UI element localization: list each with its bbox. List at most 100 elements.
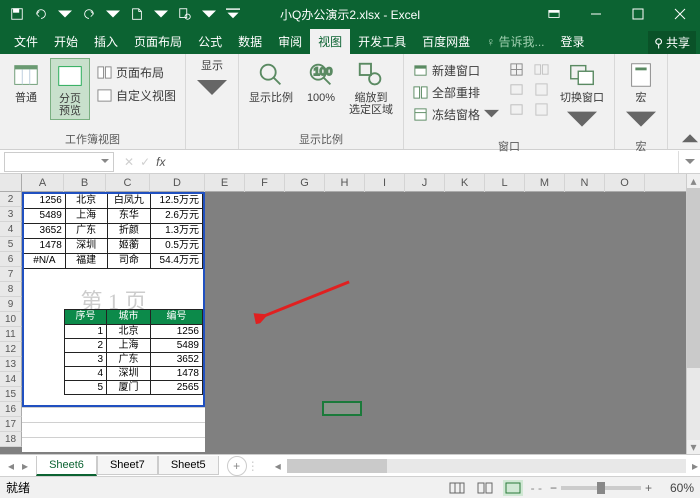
row-header[interactable]: 8 — [0, 282, 22, 297]
new-window-button[interactable]: 新建窗口 — [410, 60, 502, 81]
share-button[interactable]: ⚲共享 — [648, 31, 696, 54]
col-header[interactable]: G — [285, 174, 325, 192]
cell[interactable]: 1478 — [151, 367, 203, 381]
zoom-level[interactable]: 60% — [660, 481, 694, 495]
normal-view-icon[interactable] — [447, 480, 467, 496]
tab-developer[interactable]: 开发工具 — [350, 29, 414, 54]
sheet-nav-next-icon[interactable]: ▸ — [22, 459, 28, 473]
col-header[interactable]: O — [605, 174, 645, 192]
scroll-thumb[interactable] — [287, 459, 387, 473]
col-header[interactable]: E — [205, 174, 245, 192]
scroll-down-icon[interactable]: ▾ — [687, 440, 700, 454]
row-header[interactable]: 5 — [0, 237, 22, 252]
table-header[interactable]: 编号 — [151, 310, 203, 325]
col-header[interactable]: I — [365, 174, 405, 192]
switch-windows-button[interactable]: 切换窗口 — [556, 58, 608, 138]
col-header[interactable]: B — [64, 174, 106, 192]
cell[interactable]: 厦门 — [107, 381, 151, 395]
macros-button[interactable]: 宏 — [621, 58, 661, 138]
cell[interactable]: 深圳 — [66, 239, 108, 254]
cell[interactable]: 3 — [65, 353, 107, 367]
login-button[interactable]: 登录 — [553, 29, 593, 54]
row-header[interactable]: 6 — [0, 252, 22, 267]
cell[interactable]: 福建 — [66, 254, 108, 269]
sheet-canvas[interactable]: 1256北京白凤九12.5万元 5489上海东华2.6万元 3652广东折颜1.… — [22, 192, 686, 454]
zoom-button[interactable]: 显示比例 — [245, 58, 297, 106]
row-header[interactable]: 14 — [0, 372, 22, 387]
cell[interactable]: 12.5万元 — [151, 194, 203, 209]
qat-dropdown-icon[interactable] — [104, 5, 122, 23]
page-break-view-icon[interactable] — [503, 480, 523, 496]
ribbon-display-icon[interactable] — [534, 0, 574, 28]
fx-icon[interactable]: fx — [156, 155, 165, 169]
page-layout-view-icon[interactable] — [475, 480, 495, 496]
row-header[interactable]: 11 — [0, 327, 22, 342]
row-header[interactable]: 4 — [0, 222, 22, 237]
table-header[interactable]: 城市 — [107, 310, 151, 325]
expand-formula-bar-icon[interactable] — [678, 151, 700, 173]
page-layout-button[interactable]: 页面布局 — [94, 62, 179, 83]
minimize-icon[interactable] — [576, 0, 616, 28]
sheet-nav-prev-icon[interactable]: ◂ — [8, 459, 14, 473]
row-header[interactable]: 17 — [0, 417, 22, 432]
cell[interactable]: 5489 — [24, 209, 66, 224]
cell[interactable]: 54.4万元 — [151, 254, 203, 269]
cell[interactable]: 3652 — [24, 224, 66, 239]
col-header[interactable]: H — [325, 174, 365, 192]
save-icon[interactable] — [8, 5, 26, 23]
scroll-thumb[interactable] — [687, 188, 700, 368]
print-preview-icon[interactable] — [176, 5, 194, 23]
cell[interactable]: 深圳 — [107, 367, 151, 381]
name-box[interactable] — [4, 152, 114, 172]
tab-layout[interactable]: 页面布局 — [126, 29, 190, 54]
tab-file[interactable]: 文件 — [6, 29, 46, 54]
page-break-preview-button[interactable]: 分页 预览 — [50, 58, 90, 120]
cell[interactable]: 折颜 — [108, 224, 152, 239]
split-button[interactable] — [506, 60, 527, 79]
row-header[interactable]: 18 — [0, 432, 22, 447]
worksheet-grid[interactable]: A B C D E F G H I J K L M N O 2345678910… — [0, 174, 700, 454]
scroll-right-icon[interactable]: ▸ — [692, 459, 698, 473]
row-header[interactable]: 12 — [0, 342, 22, 357]
tab-review[interactable]: 审阅 — [270, 29, 310, 54]
new-file-icon[interactable] — [128, 5, 146, 23]
col-header[interactable]: D — [150, 174, 205, 192]
cell[interactable]: 上海 — [107, 339, 151, 353]
cell[interactable]: 1256 — [151, 325, 203, 339]
formula-input[interactable] — [171, 152, 678, 172]
col-header[interactable]: C — [106, 174, 150, 192]
zoom-selection-button[interactable]: 缩放到 选定区域 — [345, 58, 397, 118]
tell-me[interactable]: ♀ 告诉我... — [478, 29, 552, 54]
col-header[interactable]: A — [22, 174, 64, 192]
collapse-ribbon-icon[interactable] — [682, 131, 698, 147]
col-header[interactable]: K — [445, 174, 485, 192]
cell[interactable]: 2565 — [151, 381, 203, 395]
cell[interactable]: 5489 — [151, 339, 203, 353]
scroll-up-icon[interactable]: ▴ — [687, 174, 700, 188]
row-header[interactable]: 7 — [0, 267, 22, 282]
maximize-icon[interactable] — [618, 0, 658, 28]
col-header[interactable]: L — [485, 174, 525, 192]
tab-home[interactable]: 开始 — [46, 29, 86, 54]
cell[interactable]: 0.5万元 — [151, 239, 203, 254]
row-header[interactable]: 9 — [0, 297, 22, 312]
select-all-corner[interactable] — [0, 174, 22, 192]
row-header[interactable]: 2 — [0, 192, 22, 207]
col-header[interactable]: J — [405, 174, 445, 192]
row-header[interactable]: 16 — [0, 402, 22, 417]
cell[interactable]: 2 — [65, 339, 107, 353]
qat-customize-icon[interactable] — [224, 5, 242, 23]
enter-icon[interactable]: ✓ — [140, 155, 150, 169]
cell[interactable]: 4 — [65, 367, 107, 381]
arrange-all-button[interactable]: 全部重排 — [410, 82, 502, 103]
tab-baidu[interactable]: 百度网盘 — [414, 29, 478, 54]
close-icon[interactable] — [660, 0, 700, 28]
cell[interactable]: 5 — [65, 381, 107, 395]
zoom-slider[interactable]: − + — [550, 481, 652, 495]
cell[interactable]: 司命 — [108, 254, 152, 269]
cell[interactable]: 东华 — [108, 209, 152, 224]
sheet-tab-sheet7[interactable]: Sheet7 — [97, 456, 158, 475]
col-header[interactable]: N — [565, 174, 605, 192]
zoom-thumb[interactable] — [597, 482, 605, 494]
row-header[interactable]: 13 — [0, 357, 22, 372]
